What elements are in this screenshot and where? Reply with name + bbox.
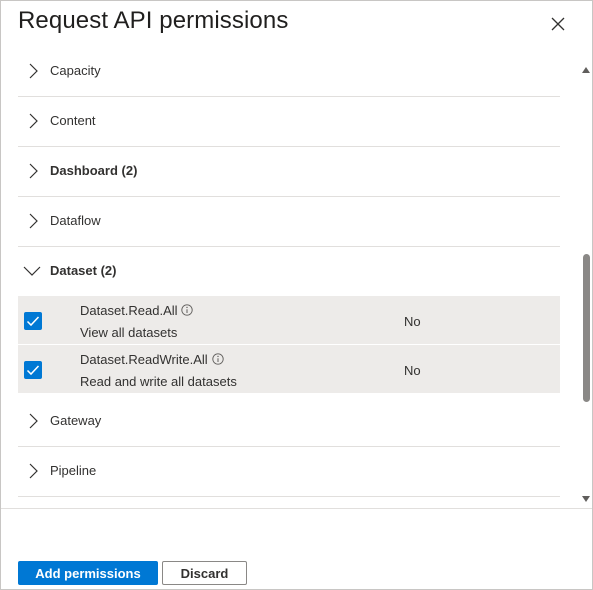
permission-checkbox[interactable] <box>24 312 42 330</box>
scrollbar-thumb[interactable] <box>583 254 590 402</box>
chevron-right-icon <box>29 163 38 179</box>
permission-name: Dataset.ReadWrite.All <box>80 352 208 367</box>
add-permissions-button[interactable]: Add permissions <box>18 561 158 585</box>
chevron-right-icon <box>29 113 38 129</box>
category-label: Pipeline <box>50 463 97 478</box>
category-label: Dashboard (2) <box>50 163 138 178</box>
close-button[interactable] <box>547 13 569 35</box>
category-dataflow[interactable]: Dataflow <box>18 196 560 247</box>
chevron-down-icon <box>23 266 41 276</box>
category-label: Dataset (2) <box>50 263 117 278</box>
permission-description: Read and write all datasets <box>80 374 237 389</box>
category-dataset[interactable]: Dataset (2) <box>18 246 560 296</box>
category-label: Dataflow <box>50 213 101 228</box>
permission-checkbox[interactable] <box>24 361 42 379</box>
permissions-list[interactable]: Capacity Content Dashboard (2) Dataflow … <box>1 46 578 508</box>
category-label: Gateway <box>50 413 102 428</box>
admin-consent-value: No <box>404 363 421 378</box>
chevron-right-icon <box>29 463 38 479</box>
scroll-down-arrow-icon[interactable] <box>582 495 590 503</box>
info-icon[interactable] <box>212 353 224 365</box>
permission-row-dataset-readwrite-all[interactable]: Dataset.ReadWrite.All Read and write all… <box>18 345 560 394</box>
checkmark-icon <box>26 316 40 327</box>
permission-row-dataset-read-all[interactable]: Dataset.Read.All View all datasets No <box>18 296 560 345</box>
info-icon[interactable] <box>181 304 193 316</box>
vertical-scrollbar[interactable] <box>579 61 592 507</box>
category-label: Capacity <box>50 63 101 78</box>
admin-consent-value: No <box>404 314 421 329</box>
chevron-right-icon <box>29 63 38 79</box>
permission-name: Dataset.Read.All <box>80 303 178 318</box>
panel-title: Request API permissions <box>18 7 289 34</box>
chevron-right-icon <box>29 413 38 429</box>
checkmark-icon <box>26 365 40 376</box>
category-content[interactable]: Content <box>18 96 560 147</box>
category-capacity[interactable]: Capacity <box>18 46 560 97</box>
close-icon <box>551 17 565 31</box>
permission-description: View all datasets <box>80 325 178 340</box>
category-dashboard[interactable]: Dashboard (2) <box>18 146 560 197</box>
chevron-right-icon <box>29 213 38 229</box>
category-label: Content <box>50 113 96 128</box>
category-pipeline[interactable]: Pipeline <box>18 446 560 497</box>
category-gateway[interactable]: Gateway <box>18 396 560 447</box>
scroll-up-arrow-icon[interactable] <box>582 66 590 74</box>
footer-divider <box>1 508 592 509</box>
discard-button[interactable]: Discard <box>162 561 247 585</box>
request-api-permissions-panel: Request API permissions Capacity Content… <box>0 0 593 590</box>
